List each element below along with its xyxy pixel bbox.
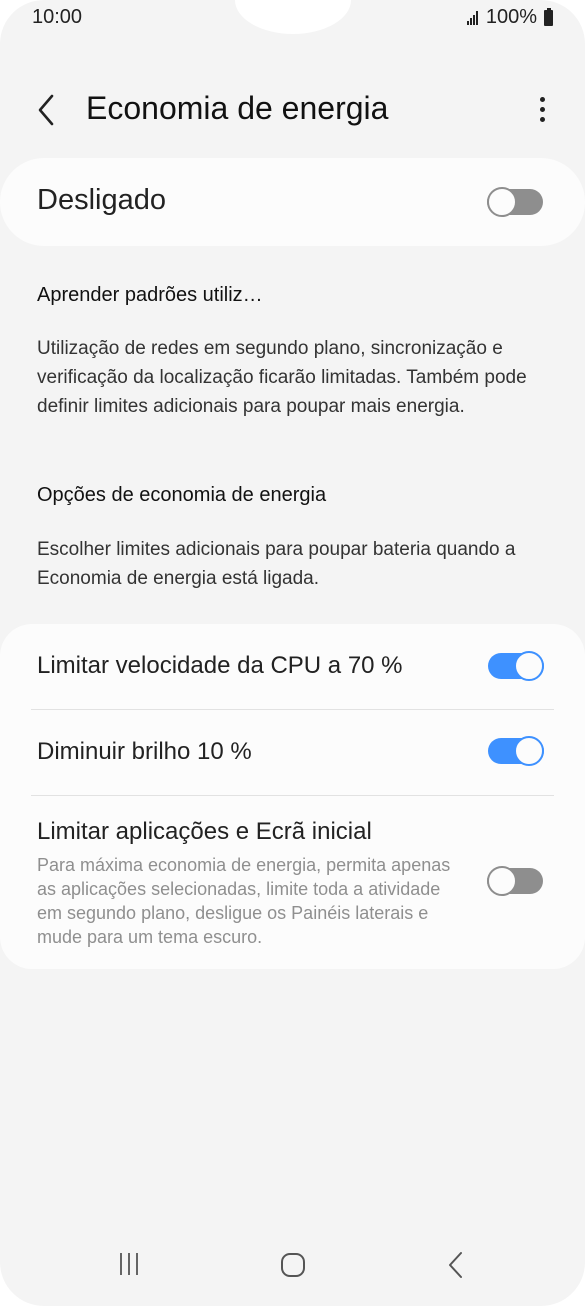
page-title: Economia de energia <box>86 90 389 126</box>
back-icon <box>449 1252 462 1278</box>
master-switch-toggle[interactable] <box>487 187 543 217</box>
nav-back-button[interactable] <box>446 1250 466 1280</box>
more-vertical-icon <box>540 97 545 102</box>
recent-apps-icon <box>120 1253 138 1275</box>
option-limit-cpu[interactable]: Limitar velocidade da CPU a 70 % <box>0 624 585 709</box>
signal-icon <box>466 10 478 25</box>
battery-percentage: 100% <box>485 6 537 28</box>
options-card: Limitar velocidade da CPU a 70 % Diminui… <box>0 624 585 969</box>
adaptive-description: Utilização de redes em segundo plano, si… <box>37 338 527 417</box>
options-description: Escolher limites adicionais para poupar … <box>37 539 516 589</box>
more-options-button[interactable] <box>537 94 547 126</box>
screen: 10:00 100% Economia de energia Desligado… <box>0 0 585 1306</box>
home-icon <box>281 1253 305 1277</box>
status-time: 10:00 <box>32 6 83 28</box>
home-button[interactable] <box>280 1252 306 1278</box>
limit-apps-toggle[interactable] <box>487 866 543 896</box>
option-label: Diminuir brilho 10 % <box>37 738 252 765</box>
adaptive-heading: Aprender padrões utiliz… <box>37 284 263 306</box>
app-bar: Economia de energia <box>0 80 585 140</box>
back-button[interactable] <box>32 92 62 128</box>
status-bar: 10:00 100% <box>0 0 585 34</box>
option-limit-apps[interactable]: Limitar aplicações e Ecrã inicial Para m… <box>0 796 585 969</box>
option-reduce-brightness[interactable]: Diminuir brilho 10 % <box>0 710 585 795</box>
option-description: Para máxima economia de energia, permita… <box>37 855 451 947</box>
navigation-bar <box>0 1236 585 1306</box>
brightness-toggle[interactable] <box>488 736 544 766</box>
master-switch-label: Desligado <box>37 184 166 216</box>
recent-apps-button[interactable] <box>118 1252 142 1276</box>
master-switch-card[interactable]: Desligado <box>0 158 585 246</box>
cpu-limit-toggle[interactable] <box>488 651 544 681</box>
chevron-left-icon <box>38 94 54 126</box>
option-label: Limitar aplicações e Ecrã inicial <box>37 818 372 845</box>
battery-icon <box>544 7 553 26</box>
options-heading: Opções de economia de energia <box>37 484 327 506</box>
camera-notch <box>235 0 351 34</box>
status-indicators: 100% <box>466 6 553 29</box>
option-label: Limitar velocidade da CPU a 70 % <box>37 652 403 679</box>
